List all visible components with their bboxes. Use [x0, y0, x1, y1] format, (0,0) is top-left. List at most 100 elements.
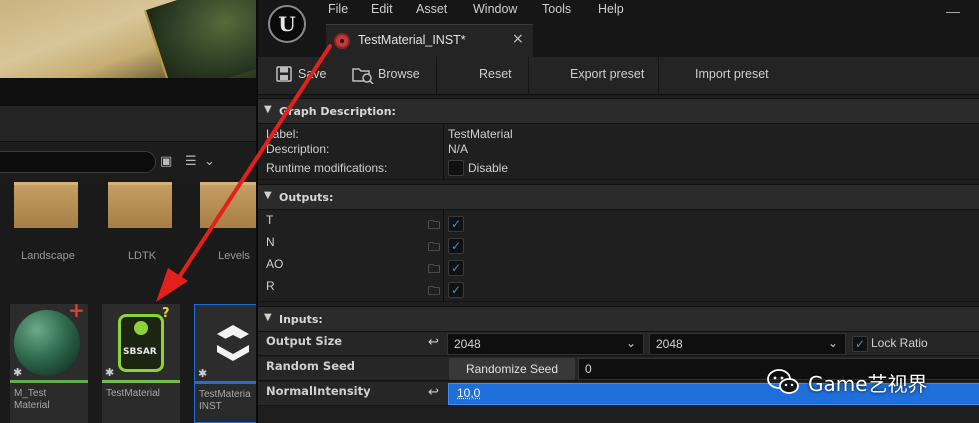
folder-ldtk[interactable]: [108, 182, 172, 228]
output-label: T: [266, 213, 274, 227]
menu-tools[interactable]: Tools: [542, 2, 571, 16]
output-checkbox-ao[interactable]: ✓: [448, 260, 464, 276]
toolbar-divider: [658, 57, 659, 95]
section-title: Graph Description:: [279, 105, 396, 118]
watermark: Game艺视界: [766, 364, 979, 400]
section-outputs[interactable]: ▼ Outputs:: [258, 184, 979, 210]
random-seed-value: 0: [585, 362, 592, 376]
output-label: R: [266, 279, 275, 293]
editor-toolbar: Save Browse Reset Export preset Import p…: [258, 57, 979, 95]
substance-asset-icon: [334, 33, 350, 49]
label-key: Label:: [266, 127, 299, 141]
editor-title-bar: U File Edit Asset Window Tools Help Test…: [258, 0, 979, 57]
reset-button[interactable]: Reset: [479, 67, 512, 81]
output-checkbox-n[interactable]: ✓: [448, 238, 464, 254]
browse-output-icon[interactable]: 🗀: [428, 282, 444, 298]
save-button[interactable]: Save: [272, 57, 336, 95]
browse-button[interactable]: Browse: [350, 57, 430, 95]
save-search-icon[interactable]: ▣: [160, 154, 172, 169]
output-checkbox-t[interactable]: ✓: [448, 216, 464, 232]
modified-star-icon: ✱: [13, 366, 23, 379]
question-badge-icon: ?: [162, 306, 170, 321]
content-browser-header: [0, 106, 256, 142]
browse-output-icon[interactable]: 🗀: [428, 238, 444, 254]
tab-title: TestMaterial_INST*: [358, 33, 466, 47]
menu-file[interactable]: File: [328, 2, 348, 16]
plus-badge-icon: +: [68, 298, 85, 322]
randomize-seed-button[interactable]: Randomize Seed: [449, 358, 575, 380]
content-browser-panel: ▣ ☰ ⌄ Landscape LDTK Levels + ✱ M_Test Ma…: [0, 0, 256, 423]
asset-tile-m-test-material[interactable]: + ✱ M_Test Material: [10, 298, 88, 423]
output-width-value: 2048: [454, 337, 481, 351]
lock-ratio-checkbox[interactable]: ✓: [852, 336, 868, 352]
column-splitter[interactable]: [443, 124, 444, 180]
toolbar-divider: [436, 57, 437, 95]
chevron-down-icon: ⌄: [625, 336, 636, 350]
random-seed-label: Random Seed: [266, 359, 356, 373]
content-browser-search-row: ▣ ☰ ⌄: [0, 142, 256, 180]
output-height-value: 2048: [656, 337, 683, 351]
folder-landscape[interactable]: [14, 182, 78, 228]
lock-ratio-label: Lock Ratio: [871, 336, 928, 350]
menu-window[interactable]: Window: [473, 2, 517, 16]
asset-tile-testmaterial-inst[interactable]: ✱ TestMateria INST: [194, 304, 256, 423]
runtime-modifications-label: Disable: [468, 161, 509, 175]
asset-type-bar: [195, 381, 256, 384]
section-inputs[interactable]: ▼ Inputs:: [258, 306, 979, 332]
search-input[interactable]: [0, 151, 156, 173]
modified-star-icon: ✱: [105, 366, 115, 379]
unreal-logo-icon: U: [268, 5, 306, 43]
minimize-icon[interactable]: [946, 12, 960, 26]
asset-name: M_Test Material: [14, 388, 50, 411]
description-value: N/A: [448, 142, 469, 156]
watermark-text: Game艺视界: [808, 372, 928, 396]
output-height-dropdown[interactable]: 2048 ⌄: [649, 333, 846, 355]
browse-folder-icon: [352, 68, 374, 84]
outputs-list: T 🗀 ✓ N 🗀 ✓ AO 🗀 ✓ R 🗀 ✓: [258, 210, 979, 302]
toolbar-divider: [528, 57, 529, 95]
substance-logo-icon: [217, 325, 249, 361]
output-width-dropdown[interactable]: 2048 ⌄: [447, 333, 644, 355]
menu-edit[interactable]: Edit: [371, 2, 393, 16]
folder-levels[interactable]: [200, 182, 256, 228]
browse-output-icon[interactable]: 🗀: [428, 260, 444, 276]
folder-grid: Landscape LDTK Levels: [0, 180, 256, 290]
wechat-icon: [767, 369, 799, 394]
section-graph-description[interactable]: ▼ Graph Description:: [258, 98, 979, 124]
chevron-down-icon: ⌄: [827, 336, 838, 350]
import-preset-button[interactable]: Import preset: [695, 67, 769, 81]
close-icon[interactable]: ×: [512, 31, 524, 47]
reset-to-default-icon[interactable]: ↩: [428, 335, 439, 350]
output-label: AO: [266, 257, 284, 271]
level-viewport[interactable]: [0, 0, 256, 97]
description-key: Description:: [266, 142, 330, 156]
graph-description-rows: Label: TestMaterial Description: N/A Run…: [258, 124, 979, 180]
output-label: N: [266, 235, 275, 249]
viewport-bottom-bar: [0, 78, 256, 106]
output-checkbox-r[interactable]: ✓: [448, 282, 464, 298]
runtime-modifications-checkbox[interactable]: [448, 160, 464, 176]
save-icon: [276, 66, 292, 82]
section-title: Outputs:: [279, 191, 334, 204]
modified-star-icon: ✱: [198, 367, 208, 380]
output-size-row: Output Size ↩ 2048 ⌄ 2048 ⌄ ✓ Lock Ratio: [258, 332, 979, 356]
chevron-down-icon[interactable]: ⌄: [204, 154, 215, 169]
label-value: TestMaterial: [448, 127, 513, 141]
asset-name: TestMateria INST: [199, 389, 251, 412]
caret-down-icon: ▼: [264, 104, 272, 115]
normal-intensity-label: NormalIntensity: [266, 384, 371, 398]
substance-instance-editor: U File Edit Asset Window Tools Help Test…: [256, 0, 979, 423]
asset-tile-testmaterial[interactable]: SBSAR ? ✱ TestMaterial: [102, 304, 180, 423]
folder-label: Levels: [218, 250, 250, 262]
sbsar-label: SBSAR: [123, 347, 157, 357]
menu-asset[interactable]: Asset: [416, 2, 447, 16]
browse-output-icon[interactable]: 🗀: [428, 216, 444, 232]
reset-to-default-icon[interactable]: ↩: [428, 385, 439, 400]
tab-testmaterial-inst[interactable]: TestMaterial_INST* ×: [326, 24, 533, 57]
filter-icon[interactable]: ☰: [185, 154, 197, 169]
runtime-modifications-key: Runtime modifications:: [266, 161, 388, 175]
caret-down-icon: ▼: [264, 190, 272, 201]
asset-grid: + ✱ M_Test Material SBSAR ? ✱ TestMateria…: [0, 298, 256, 423]
export-preset-button[interactable]: Export preset: [570, 67, 644, 81]
menu-help[interactable]: Help: [598, 2, 624, 16]
